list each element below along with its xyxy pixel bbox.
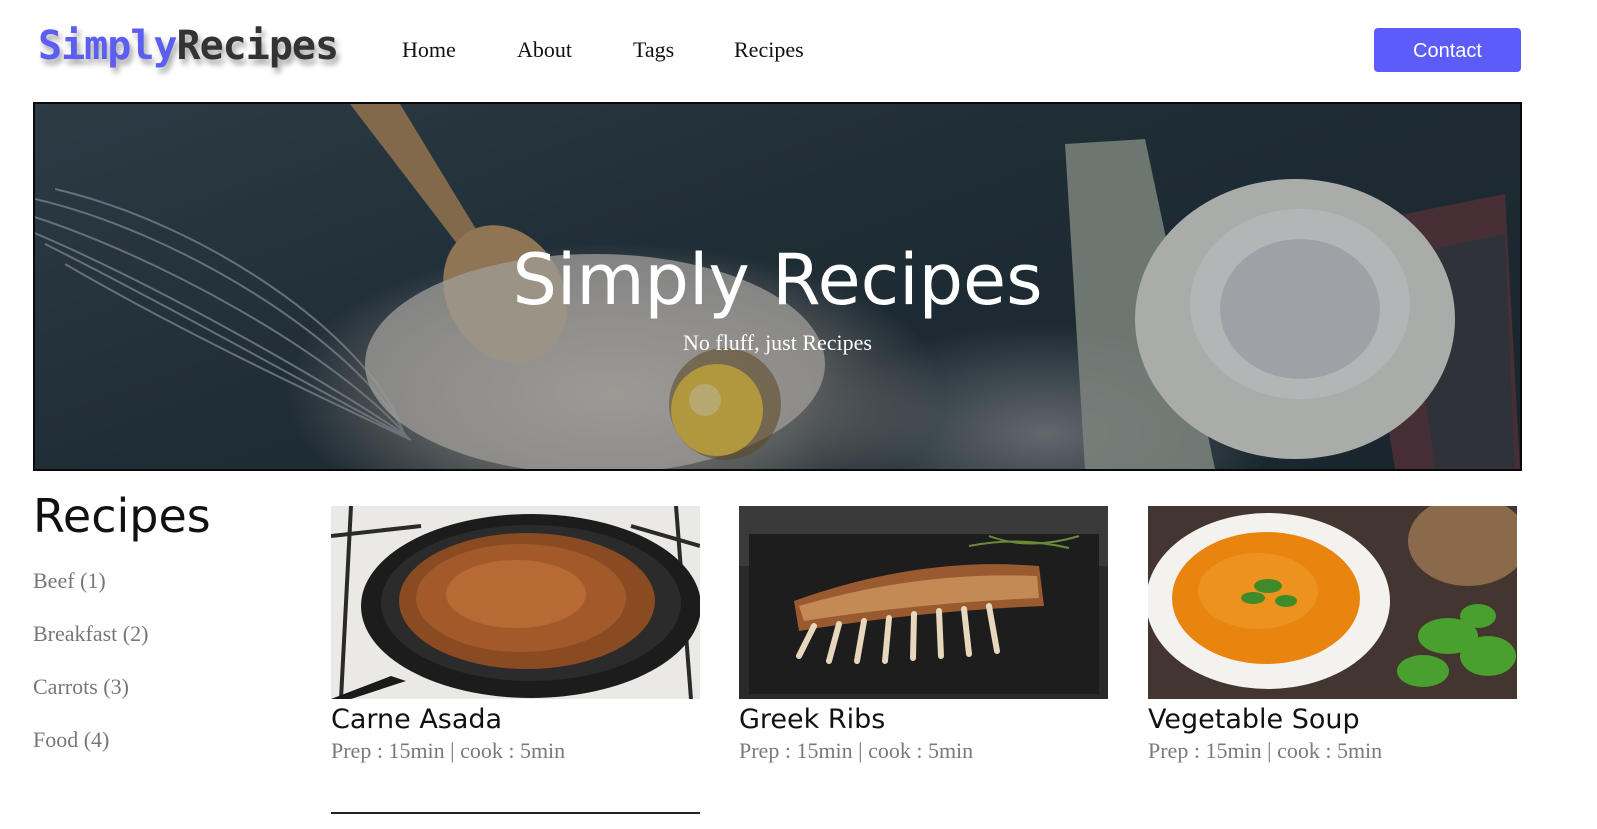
nav-home[interactable]: Home <box>402 37 456 63</box>
recipe-title[interactable]: Greek Ribs <box>739 704 885 736</box>
hero-title: Simply Recipes <box>512 239 1043 321</box>
contact-button[interactable]: Contact <box>1374 28 1521 72</box>
nav-about[interactable]: About <box>517 37 572 63</box>
logo-part-recipes: Recipes <box>176 23 340 69</box>
next-card-image-edge <box>331 812 700 814</box>
nav-recipes[interactable]: Recipes <box>734 37 804 63</box>
tag-link-carrots[interactable]: Carrots (3) <box>33 674 129 700</box>
site-logo[interactable]: SimplyRecipes <box>38 23 340 69</box>
tag-link-beef[interactable]: Beef (1) <box>33 568 106 594</box>
recipe-image[interactable] <box>1148 506 1517 699</box>
grilled-ribs-icon <box>739 506 1108 699</box>
hero-banner: Simply Recipes No fluff, just Recipes <box>33 102 1522 471</box>
recipe-meta: Prep : 15min | cook : 5min <box>739 738 974 763</box>
tag-link-breakfast[interactable]: Breakfast (2) <box>33 621 148 647</box>
recipe-image[interactable] <box>331 506 700 699</box>
logo-part-simply: Simply <box>38 23 177 69</box>
recipe-title[interactable]: Vegetable Soup <box>1148 704 1360 736</box>
sidebar-title: Recipes <box>33 489 211 543</box>
recipe-meta: Prep : 15min | cook : 5min <box>1148 738 1383 763</box>
nav-tags[interactable]: Tags <box>633 37 674 63</box>
recipe-image[interactable] <box>739 506 1108 699</box>
recipe-title[interactable]: Carne Asada <box>331 704 502 736</box>
recipe-meta: Prep : 15min | cook : 5min <box>331 738 566 763</box>
soup-bowl-icon <box>1148 506 1517 699</box>
hero-subtitle: No fluff, just Recipes <box>682 330 872 355</box>
tag-link-food[interactable]: Food (4) <box>33 727 109 753</box>
frying-pan-ground-meat-icon <box>331 506 700 699</box>
